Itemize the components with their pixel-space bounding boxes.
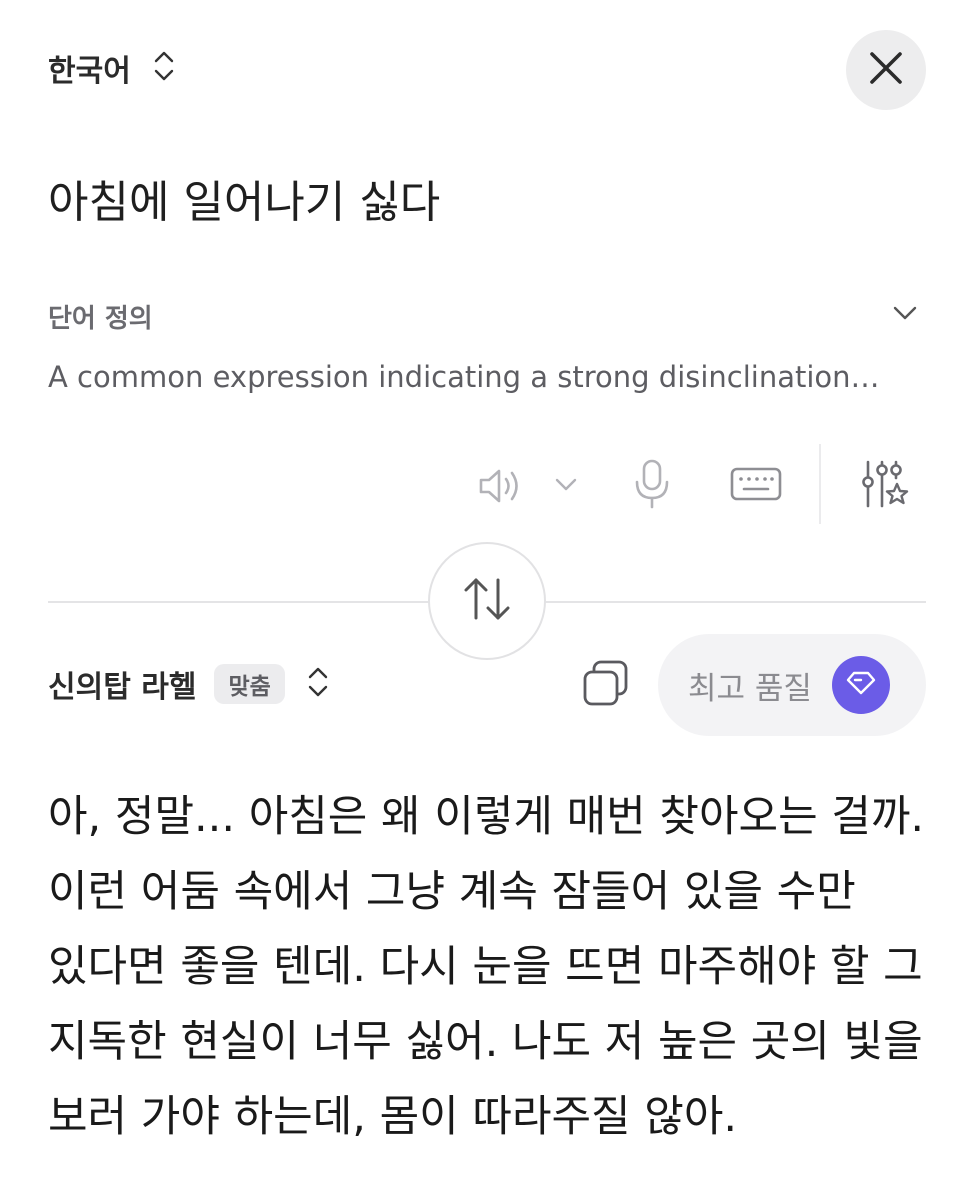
speak-button[interactable] — [476, 464, 524, 512]
definition-text: A common expression indicating a strong … — [48, 360, 880, 394]
close-icon — [869, 51, 903, 89]
definition-expand-button[interactable] — [890, 298, 920, 332]
close-button[interactable] — [846, 30, 926, 110]
quality-label: 최고 품질 — [688, 670, 812, 707]
tone-settings-button[interactable] — [858, 458, 912, 516]
chevron-down-icon — [890, 306, 920, 332]
source-language-label: 한국어 — [48, 54, 131, 89]
target-language-label: 신의탑 라헬 — [48, 670, 197, 705]
keyboard-icon — [730, 467, 782, 506]
tone-settings-icon — [858, 460, 912, 516]
keyboard-button[interactable] — [730, 466, 782, 506]
copy-button[interactable] — [580, 658, 632, 714]
custom-badge: 맞춤 — [214, 664, 285, 704]
swap-arrows-icon — [459, 574, 515, 628]
gem-badge — [831, 656, 890, 714]
microphone-icon — [632, 459, 672, 514]
source-text[interactable]: 아침에 일어나기 싫다 — [48, 166, 440, 230]
toolbar-divider — [819, 444, 821, 524]
quality-selector-button[interactable]: 최고 품질 — [658, 634, 926, 736]
target-language-selector[interactable]: 신의탑 라헬 맞춤 — [48, 662, 329, 706]
voice-options-dropdown[interactable] — [552, 470, 580, 502]
up-down-chevron-icon — [153, 49, 175, 87]
speaker-icon — [476, 469, 524, 512]
translation-output[interactable]: 아, 정말... 아침은 왜 이렇게 매번 찾아오는 걸까. 이런 어둠 속에서… — [48, 780, 926, 1155]
source-language-selector[interactable]: 한국어 — [48, 46, 175, 90]
swap-languages-button[interactable] — [428, 542, 546, 660]
definition-title: 단어 정의 — [48, 304, 153, 334]
diamond-icon — [846, 670, 876, 700]
chevron-down-icon — [552, 478, 580, 502]
microphone-button[interactable] — [632, 458, 672, 514]
up-down-chevron-icon — [307, 665, 329, 703]
copy-icon — [580, 660, 632, 714]
